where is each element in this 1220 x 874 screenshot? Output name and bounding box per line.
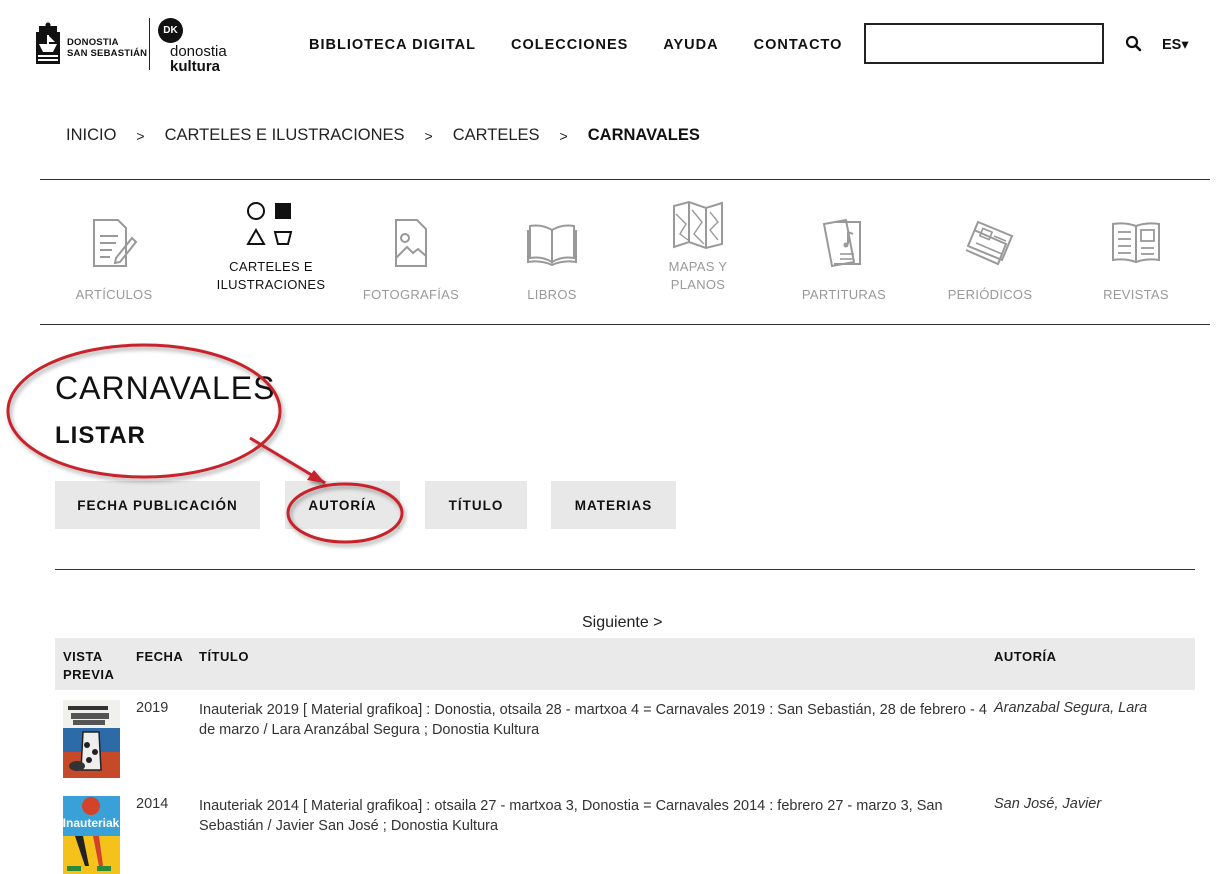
thumb-title: Inauteriak	[63, 816, 120, 830]
next-page-link[interactable]: Siguiente >	[582, 614, 663, 632]
header-author[interactable]: AUTORÍA	[994, 648, 1056, 666]
table-row: Inauteriak 2014 Inauteriak 2014 [ Materi…	[55, 796, 1195, 874]
category-fotografias[interactable]: FOTOGRAFÍAS	[356, 218, 466, 304]
category-periodicos[interactable]: PERIÓDICOS	[940, 218, 1040, 304]
category-label-2: PARTITURAS	[801, 287, 887, 302]
logo-divider	[149, 18, 150, 70]
row-date: 2019	[136, 700, 169, 716]
nav-colecciones[interactable]: COLECCIONES	[511, 37, 628, 53]
site-header: DONOSTIA SAN SEBASTIÁN DK donostia kultu…	[0, 0, 1220, 90]
category-label-2: ARTÍCULOS	[75, 287, 153, 302]
category-label-1	[940, 268, 1040, 286]
breadcrumb-separator: >	[424, 127, 433, 144]
score-icon	[822, 218, 861, 268]
magazine-icon	[1112, 222, 1160, 264]
main-nav: BIBLIOTECA DIGITAL COLECCIONES AYUDA CON…	[309, 37, 877, 53]
shapes-icon	[246, 202, 293, 245]
divider-top	[40, 179, 1210, 180]
poster-thumbnail[interactable]: Inauteriak	[63, 796, 120, 874]
nav-ayuda[interactable]: AYUDA	[663, 37, 718, 53]
category-articulos[interactable]: ARTÍCULOS	[64, 218, 164, 304]
book-icon	[527, 224, 577, 267]
article-icon	[93, 219, 138, 267]
dk-line2: kultura	[170, 58, 221, 75]
table-row: 2019 Inauteriak 2019 [ Material grafikoa…	[55, 700, 1195, 790]
logo-line1: DONOSTIA	[67, 37, 119, 48]
breadcrumb-carteles[interactable]: CARTELES	[453, 126, 540, 145]
category-mapas-planos[interactable]: MAPAS Y PLANOS	[648, 200, 748, 294]
divider-list	[55, 569, 1195, 570]
donostia-kultura-logo[interactable]: DK donostia kultura	[158, 18, 227, 75]
header-date[interactable]: FECHA	[136, 648, 183, 666]
poster-thumbnail[interactable]	[63, 700, 120, 778]
search-input[interactable]	[864, 23, 1104, 64]
category-label-1	[64, 268, 164, 286]
category-libros[interactable]: LIBROS	[502, 218, 602, 304]
newspaper-icon	[965, 220, 1014, 266]
search-icon[interactable]	[1125, 35, 1143, 53]
category-label-2: LIBROS	[527, 287, 577, 302]
photo-icon	[395, 219, 427, 267]
category-label-1: MAPAS Y	[668, 259, 728, 274]
category-label-2: REVISTAS	[1103, 287, 1169, 302]
breadcrumb-carteles-ilustraciones[interactable]: CARTELES E ILUSTRACIONES	[165, 126, 405, 145]
category-label-1: CARTELES E	[229, 259, 313, 274]
dk-badge-icon: DK	[158, 18, 183, 43]
row-author-link[interactable]: Aranzabal Segura, Lara	[994, 700, 1147, 716]
category-label-2: FOTOGRAFÍAS	[362, 287, 460, 302]
sort-fecha-button[interactable]: FECHA PUBLICACIÓN	[55, 481, 260, 529]
breadcrumb-inicio[interactable]: INICIO	[66, 126, 116, 145]
sort-materias-button[interactable]: MATERIAS	[551, 481, 676, 529]
donostia-logo[interactable]: DONOSTIA SAN SEBASTIÁN	[33, 22, 147, 68]
logo-line2: SAN SEBASTIÁN	[67, 48, 148, 59]
category-carteles-ilustraciones[interactable]: CARTELES E ILUSTRACIONES	[211, 200, 331, 294]
breadcrumb: INICIO > CARTELES E ILUSTRACIONES > CART…	[66, 126, 700, 145]
category-label-1	[502, 268, 602, 286]
results-table-header: VISTA PREVIA FECHA TÍTULO AUTORÍA	[55, 638, 1195, 690]
breadcrumb-separator: >	[559, 127, 568, 144]
header-preview: VISTA PREVIA	[63, 649, 115, 682]
page-title: CARNAVALES	[55, 370, 276, 406]
category-label-2: ILUSTRACIONES	[216, 277, 326, 292]
city-crest-icon	[36, 22, 60, 64]
page-subtitle: LISTAR	[55, 422, 146, 449]
map-icon	[673, 200, 723, 250]
category-revistas[interactable]: REVISTAS	[1086, 218, 1186, 304]
breadcrumb-current: CARNAVALES	[587, 126, 700, 144]
divider-categories	[40, 324, 1210, 325]
row-title-link[interactable]: Inauteriak 2014 [ Material grafikoa] : o…	[199, 796, 989, 836]
row-date: 2014	[136, 796, 169, 812]
category-partituras[interactable]: PARTITURAS	[794, 218, 894, 304]
header-title[interactable]: TÍTULO	[199, 648, 249, 666]
category-label-1	[794, 268, 894, 286]
nav-biblioteca-digital[interactable]: BIBLIOTECA DIGITAL	[309, 37, 476, 53]
category-label-2: PLANOS	[670, 277, 726, 292]
category-label-1	[1086, 268, 1186, 286]
breadcrumb-separator: >	[136, 127, 145, 144]
row-author-link[interactable]: San José, Javier	[994, 796, 1101, 812]
language-selector[interactable]: ES▾	[1162, 37, 1189, 53]
row-title-link[interactable]: Inauteriak 2019 [ Material grafikoa] : D…	[199, 700, 989, 740]
nav-contacto[interactable]: CONTACTO	[754, 37, 843, 53]
category-label-2: PERIÓDICOS	[947, 287, 1033, 302]
category-label-1	[356, 268, 466, 286]
sort-titulo-button[interactable]: TÍTULO	[425, 481, 527, 529]
sort-autoria-button[interactable]: AUTORÍA	[285, 481, 400, 529]
